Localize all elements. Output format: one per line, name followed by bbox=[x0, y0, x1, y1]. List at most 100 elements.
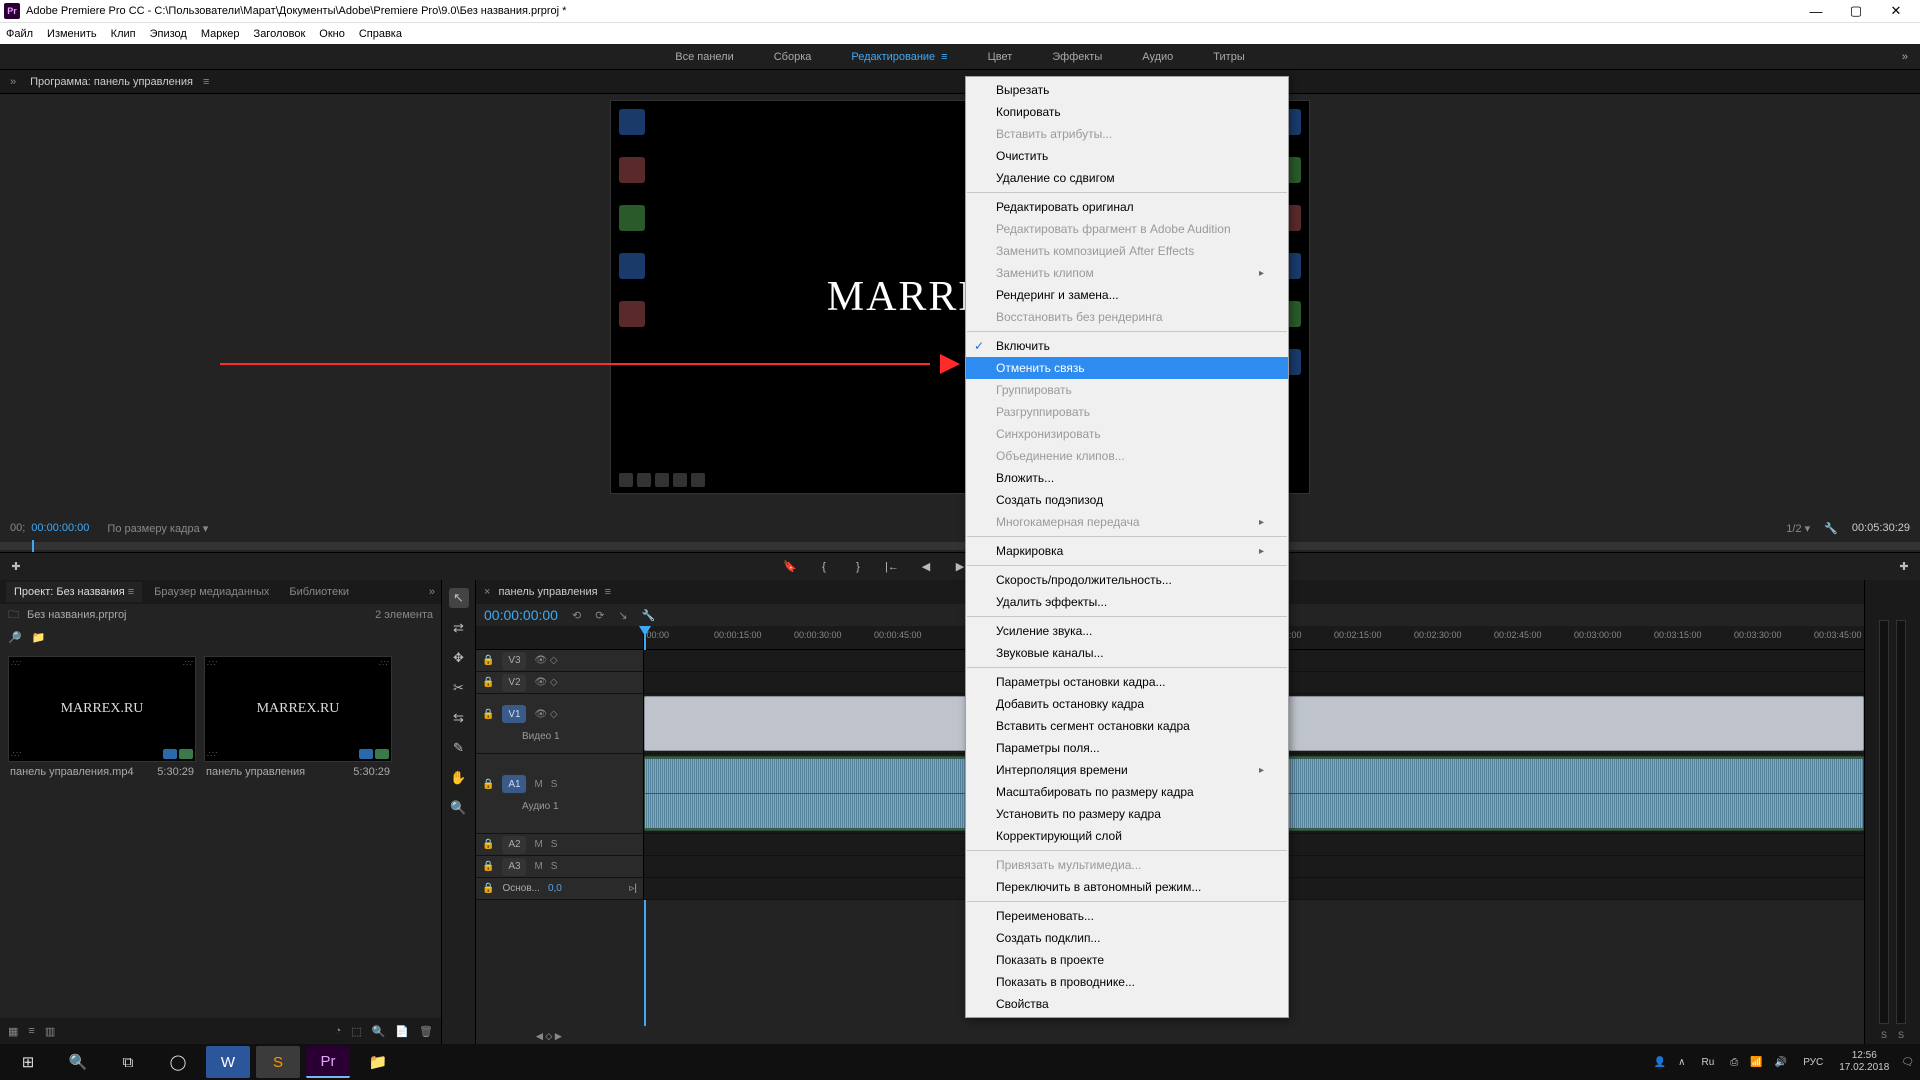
taskbar-app-word[interactable]: W bbox=[206, 1046, 250, 1078]
track-target-a3[interactable]: A3 bbox=[502, 858, 526, 876]
delete-icon[interactable]: 🗑 bbox=[419, 1025, 433, 1038]
new-bin-icon[interactable]: 🔍 bbox=[372, 1025, 386, 1038]
context-item[interactable]: Параметры остановки кадра... bbox=[966, 671, 1288, 693]
workspace-more-icon[interactable]: » bbox=[1902, 51, 1908, 63]
menu-edit[interactable]: Изменить bbox=[47, 28, 97, 40]
track-target-a1[interactable]: A1 bbox=[502, 775, 526, 793]
context-item[interactable]: Скорость/продолжительность... bbox=[966, 569, 1288, 591]
ripple-tool-icon[interactable]: ✥ bbox=[449, 648, 469, 668]
in-point-button[interactable]: { bbox=[816, 561, 832, 573]
settings-wrench-icon[interactable]: 🔧 bbox=[1824, 522, 1838, 535]
context-item[interactable]: Установить по размеру кадра bbox=[966, 803, 1288, 825]
track-target-v3[interactable]: V3 bbox=[502, 652, 526, 670]
workspace-effects[interactable]: Эффекты bbox=[1052, 51, 1102, 63]
clip-item[interactable]: MARREX.RU ∴∵∴∵ ∴∵ панель управления 5:30… bbox=[204, 656, 392, 782]
context-item[interactable]: Интерполяция времени▸ bbox=[966, 759, 1288, 781]
context-item[interactable]: Переключить в автономный режим... bbox=[966, 876, 1288, 898]
context-item[interactable]: Вложить... bbox=[966, 467, 1288, 489]
track-select-tool-icon[interactable]: ⇄ bbox=[449, 618, 469, 638]
workspace-all-panels[interactable]: Все панели bbox=[675, 51, 733, 63]
list-view-icon[interactable]: ▦ bbox=[8, 1025, 18, 1038]
icon-view-icon[interactable]: ≡ bbox=[28, 1025, 34, 1037]
taskbar-app-sublime[interactable]: S bbox=[256, 1046, 300, 1078]
lock-icon[interactable]: 🔒 bbox=[482, 779, 494, 790]
zoom-tool-icon[interactable]: 🔍 bbox=[449, 798, 469, 818]
hand-tool-icon[interactable]: ✋ bbox=[449, 768, 469, 788]
workspace-assembly[interactable]: Сборка bbox=[774, 51, 812, 63]
context-item[interactable]: Удаление со сдвигом bbox=[966, 167, 1288, 189]
marker-jump-icon[interactable]: ▹| bbox=[629, 883, 637, 894]
context-item[interactable]: Переименовать... bbox=[966, 905, 1288, 927]
linked-selection-icon[interactable]: ⟳ bbox=[595, 609, 604, 622]
minimize-button[interactable]: — bbox=[1796, 0, 1836, 22]
resolution-dropdown[interactable]: 1/2 bbox=[1786, 522, 1810, 535]
workspace-audio[interactable]: Аудио bbox=[1142, 51, 1173, 63]
toggle-track-icon[interactable]: 👁 ◇ bbox=[534, 677, 557, 688]
solo-indicator[interactable]: S bbox=[1898, 1030, 1904, 1040]
tray-network-icon[interactable]: 📶 bbox=[1750, 1057, 1762, 1068]
context-item[interactable]: Маркировка▸ bbox=[966, 540, 1288, 562]
context-item[interactable]: Вырезать bbox=[966, 79, 1288, 101]
start-button[interactable]: ⊞ bbox=[6, 1046, 50, 1078]
context-item[interactable]: Свойства bbox=[966, 993, 1288, 1015]
panel-collapse-icon[interactable]: » bbox=[10, 76, 16, 88]
context-item[interactable]: Отменить связь bbox=[966, 357, 1288, 379]
taskbar-app-browser[interactable]: ◯ bbox=[156, 1046, 200, 1078]
clip-item[interactable]: MARREX.RU ∴∵∴∵ ∴∵ панель управления.mp4 … bbox=[8, 656, 196, 782]
button-editor-button[interactable]: ✚ bbox=[1896, 560, 1912, 573]
context-item[interactable]: Показать в проекте bbox=[966, 949, 1288, 971]
program-timecode[interactable]: 00:00:00:00 bbox=[31, 522, 89, 534]
context-item[interactable]: Показать в проводнике... bbox=[966, 971, 1288, 993]
tabs-overflow-icon[interactable]: » bbox=[429, 586, 435, 598]
snap-icon[interactable]: ⟲ bbox=[572, 609, 581, 622]
program-viewport[interactable]: MARREX.RU bbox=[0, 94, 1920, 500]
new-item-icon[interactable]: 📄 bbox=[395, 1025, 409, 1038]
timeline-settings-icon[interactable]: 🔧 bbox=[642, 609, 656, 622]
task-view-icon[interactable]: ⧉ bbox=[106, 1046, 150, 1078]
automate-icon[interactable]: ◔ bbox=[335, 1025, 342, 1038]
tray-volume-icon[interactable]: 🔊 bbox=[1775, 1057, 1787, 1068]
tray-keyboard-icon[interactable]: Ru bbox=[1698, 1055, 1719, 1070]
context-item[interactable]: Очистить bbox=[966, 145, 1288, 167]
context-item[interactable]: Редактировать оригинал bbox=[966, 196, 1288, 218]
context-item[interactable]: Звуковые каналы... bbox=[966, 642, 1288, 664]
context-item[interactable]: Вставить сегмент остановки кадра bbox=[966, 715, 1288, 737]
mute-button[interactable]: M bbox=[534, 779, 542, 790]
find-icon[interactable]: ⬚ bbox=[351, 1025, 361, 1038]
lock-icon[interactable]: 🔒 bbox=[482, 709, 494, 720]
slip-tool-icon[interactable]: ⇆ bbox=[449, 708, 469, 728]
menu-clip[interactable]: Клип bbox=[111, 28, 136, 40]
track-target-a2[interactable]: A2 bbox=[502, 836, 526, 854]
solo-button[interactable]: S bbox=[551, 779, 558, 790]
context-item[interactable]: Параметры поля... bbox=[966, 737, 1288, 759]
pen-tool-icon[interactable]: ✎ bbox=[449, 738, 469, 758]
folder-icon[interactable]: 📁 bbox=[32, 631, 46, 644]
context-item[interactable]: Создать подэпизод bbox=[966, 489, 1288, 511]
context-item[interactable]: Корректирующий слой bbox=[966, 825, 1288, 847]
mute-button[interactable]: M bbox=[534, 861, 542, 872]
context-item[interactable]: Удалить эффекты... bbox=[966, 591, 1288, 613]
maximize-button[interactable]: ▢ bbox=[1836, 0, 1876, 22]
taskbar-search-icon[interactable]: 🔍 bbox=[56, 1046, 100, 1078]
timeline-timecode[interactable]: 00:00:00:00 bbox=[484, 607, 558, 623]
freeform-view-icon[interactable]: ▥ bbox=[45, 1025, 55, 1038]
tray-people-icon[interactable]: 👤 bbox=[1654, 1057, 1666, 1068]
tab-libraries[interactable]: Библиотеки bbox=[281, 582, 357, 602]
add-marker-icon[interactable]: ↘ bbox=[618, 609, 627, 622]
tray-clock[interactable]: 12:56 17.02.2018 bbox=[1839, 1050, 1889, 1074]
menu-help[interactable]: Справка bbox=[359, 28, 402, 40]
context-item[interactable]: Копировать bbox=[966, 101, 1288, 123]
lock-icon[interactable]: 🔒 bbox=[482, 883, 494, 894]
workspace-titles[interactable]: Титры bbox=[1213, 51, 1244, 63]
search-icon[interactable]: 🔎 bbox=[8, 631, 22, 644]
out-point-button[interactable]: } bbox=[850, 561, 866, 573]
tray-print-icon[interactable]: ⎙ bbox=[1730, 1057, 1738, 1068]
lock-icon[interactable]: 🔒 bbox=[482, 861, 494, 872]
solo-indicator[interactable]: S bbox=[1881, 1030, 1887, 1040]
marker-button[interactable]: 🔖 bbox=[782, 560, 798, 573]
program-mini-ruler[interactable] bbox=[0, 542, 1920, 550]
tab-project[interactable]: Проект: Без названия bbox=[6, 582, 142, 602]
tray-overflow-icon[interactable]: ∧ bbox=[1678, 1057, 1685, 1068]
menu-sequence[interactable]: Эпизод bbox=[150, 28, 187, 40]
tray-language[interactable]: РУС bbox=[1799, 1055, 1827, 1070]
